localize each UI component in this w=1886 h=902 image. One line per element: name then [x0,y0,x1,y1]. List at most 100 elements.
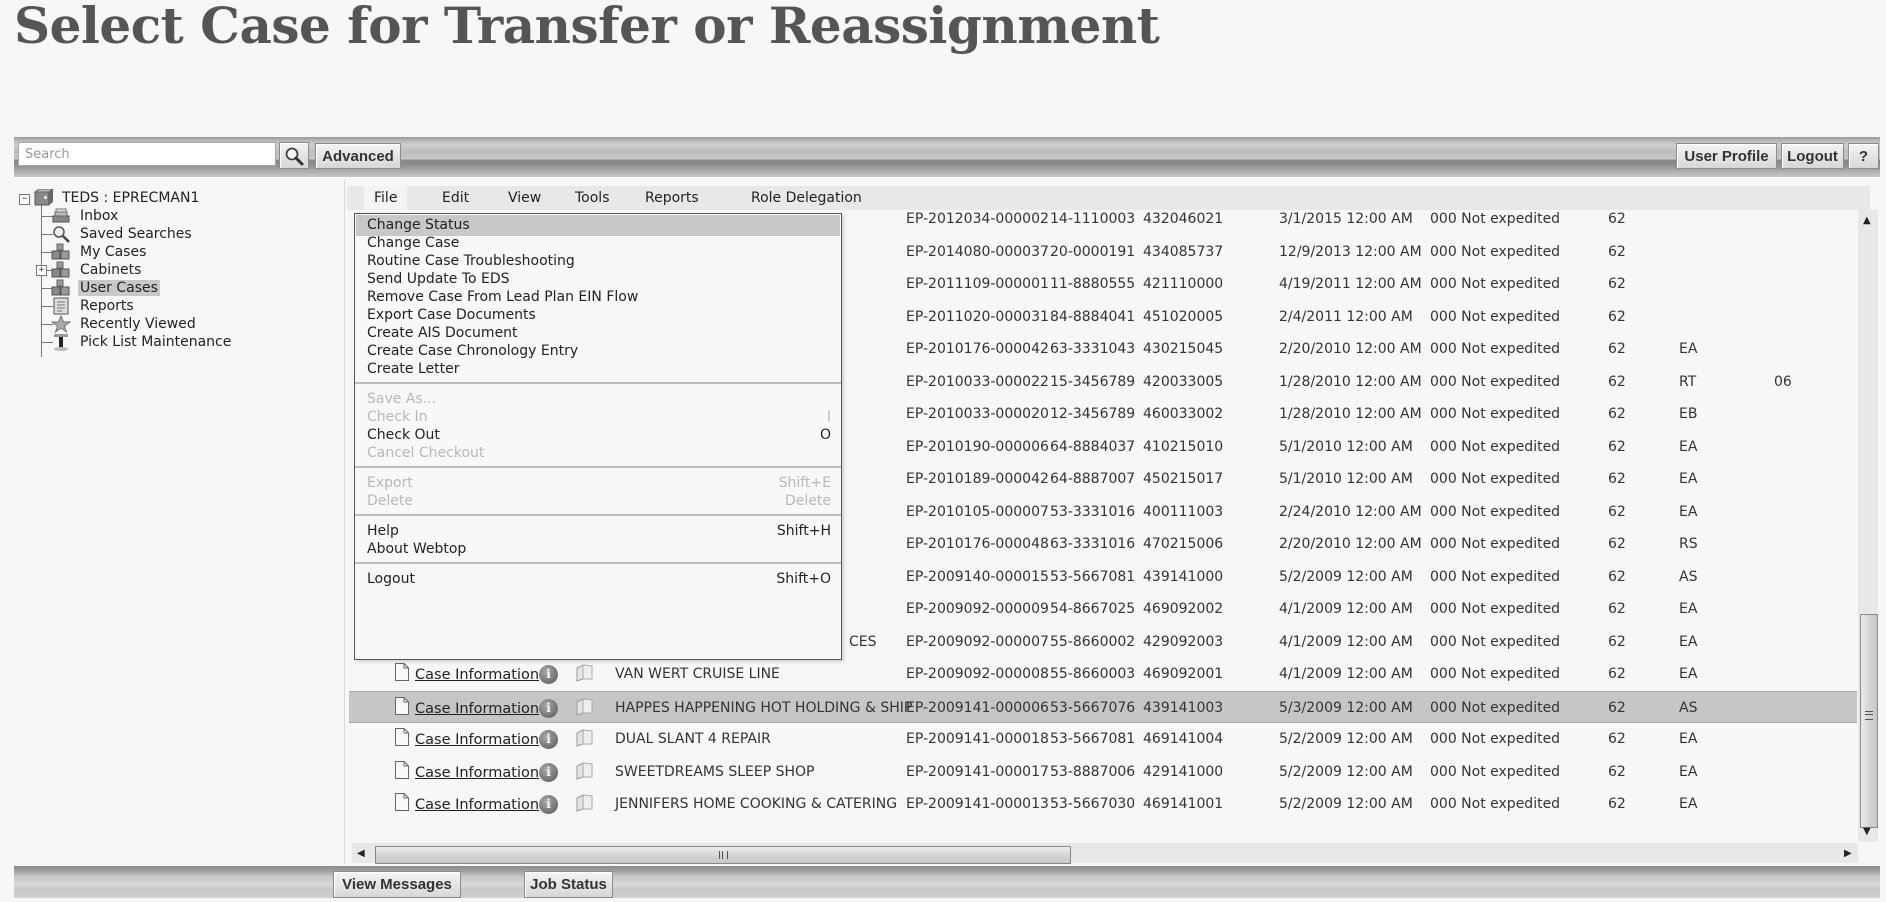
menu-item-label: Create Letter [367,361,460,377]
advanced-search-button[interactable]: Advanced [315,143,401,169]
date: 5/2/2009 12:00 AM [1279,763,1413,780]
folder-icon[interactable] [576,697,594,716]
expedite-status: 000 Not expedited [1430,406,1561,422]
case-number: EP-2010190-000006 [906,438,1049,455]
number-value: 62 [1608,373,1626,390]
tree-item-inbox[interactable]: Inbox [50,206,120,226]
number-value: 62 [1608,568,1626,585]
folder-icon[interactable] [576,794,594,812]
logout-button[interactable]: Logout [1781,143,1844,169]
expedite-status: 000 Not expedited [1430,633,1561,650]
ein: 55-8660002 [1050,633,1136,650]
navigation-tree: − TEDS : EPRECMAN1 Inbox Saved Searches … [14,180,345,864]
case-name: DUAL SLANT 4 REPAIR [615,731,771,747]
tree-item-label: My Cases [80,244,147,260]
info-icon[interactable]: i [539,730,558,749]
document-icon [395,696,409,715]
vertical-scroll-thumb[interactable] [1860,614,1878,828]
case-information-link[interactable]: Case Information [415,692,539,726]
horizontal-scroll-thumb[interactable] [375,846,1071,864]
case-number: EP-2014080-000037 [906,243,1049,260]
case-information-link[interactable]: Case Information [415,723,539,757]
case-number: EP-2010033-000020 [906,406,1049,422]
table-row[interactable]: Case Information i DUAL SLANT 4 REPAIR EP-2… [349,723,1857,755]
number-value: 62 [1608,699,1626,716]
tree-item-label: Cabinets [80,262,142,278]
info-icon[interactable]: i [539,665,558,684]
ein: 55-8660003 [1050,666,1136,682]
scroll-right-arrow-icon[interactable]: ▶ [1844,848,1852,859]
table-row[interactable]: Case Information i JENNIFERS HOME COOKING … [349,788,1857,820]
folder-icon[interactable] [576,664,594,682]
tree-root[interactable]: TEDS : EPRECMAN1 [32,188,201,208]
number-value: 62 [1608,503,1626,520]
case-information-link[interactable]: Case Information [415,756,539,790]
expedite-status: 000 Not expedited [1430,601,1561,617]
scroll-left-arrow-icon[interactable]: ◀ [357,848,365,859]
info-icon[interactable]: i [539,795,558,814]
ein: 63-3331043 [1050,341,1136,357]
number-value: 62 [1608,471,1626,487]
cabinet-icon [50,261,72,279]
search-input[interactable] [18,142,276,166]
folder-icon[interactable] [576,729,594,747]
number-value: 62 [1608,601,1626,617]
menu-separator [355,514,841,516]
menu-separator [355,466,841,468]
case-number: EP-2009092-000008 [906,666,1049,682]
number-value: 62 [1608,243,1626,260]
collapse-toggle[interactable]: − [19,194,30,205]
cabinet-icon [50,243,72,261]
help-button[interactable]: ? [1848,143,1879,169]
case-number: EP-2009141-000013 [906,796,1049,812]
date: 1/28/2010 12:00 AM [1279,373,1422,390]
expand-toggle[interactable]: + [36,265,47,276]
tree-item-my-cases[interactable]: My Cases [50,242,148,262]
info-icon[interactable]: i [539,698,558,718]
table-row[interactable]: Case Information i HAPPES HAPPENING HOT HO… [349,690,1857,726]
tree-item-saved-searches[interactable]: Saved Searches [50,224,194,244]
case-number: EP-2010105-000007 [906,503,1049,520]
extra-code: 06 [1774,373,1792,390]
case-information-link[interactable]: Case Information [415,658,539,692]
status-code: EA [1679,763,1698,780]
date: 5/2/2009 12:00 AM [1279,568,1413,585]
expedite-status: 000 Not expedited [1430,763,1561,780]
star-icon [50,315,72,333]
case-information-link[interactable]: Case Information [415,788,539,822]
job-status-button[interactable]: Job Status [524,871,613,898]
scroll-up-arrow-icon[interactable]: ▲ [1863,215,1871,226]
expedite-status: 000 Not expedited [1430,731,1561,747]
table-row[interactable]: Case Information i SWEETDREAMS SLEEP SHOP E… [349,756,1857,788]
scroll-down-arrow-icon[interactable]: ▼ [1863,826,1871,837]
document-icon [395,793,409,811]
status-code: EA [1679,601,1698,617]
table-row[interactable]: Case Information i VAN WERT CRUISE LINE EP-… [349,658,1857,690]
tree-item-recently-viewed[interactable]: Recently Viewed [50,314,198,334]
tree-item-reports[interactable]: Reports [50,296,136,316]
menu-separator [355,562,841,564]
date: 5/1/2010 12:00 AM [1279,471,1413,487]
menu-item-logout[interactable]: Logout Shift+O [356,569,840,590]
menu-item-create-letter[interactable]: Create Letter [356,359,840,380]
document-icon [395,760,409,779]
view-messages-button[interactable]: View Messages [333,871,461,898]
menu-item-about-webtop[interactable]: About Webtop [356,539,840,560]
tree-item-user-cases[interactable]: User Cases [50,278,160,298]
status-code: EA [1679,731,1698,747]
case-name: JENNIFERS HOME COOKING & CATERING [615,796,898,812]
status-code: EB [1679,406,1698,422]
number-value: 62 [1608,763,1626,780]
tree-item-pick-list-maintenance[interactable]: Pick List Maintenance [50,332,233,352]
folder-icon[interactable] [576,761,594,780]
search-button[interactable] [279,142,309,169]
number-value: 62 [1608,276,1626,292]
expedite-status: 000 Not expedited [1430,503,1561,520]
tree-item-cabinets[interactable]: Cabinets [50,260,143,280]
info-icon[interactable]: i [539,762,558,782]
ein: 53-8887006 [1050,763,1136,780]
case-number: EP-2009141-000018 [906,731,1049,747]
report-icon [50,297,72,315]
user-profile-button[interactable]: User Profile [1676,143,1777,169]
ein: 84-8884041 [1050,308,1136,325]
